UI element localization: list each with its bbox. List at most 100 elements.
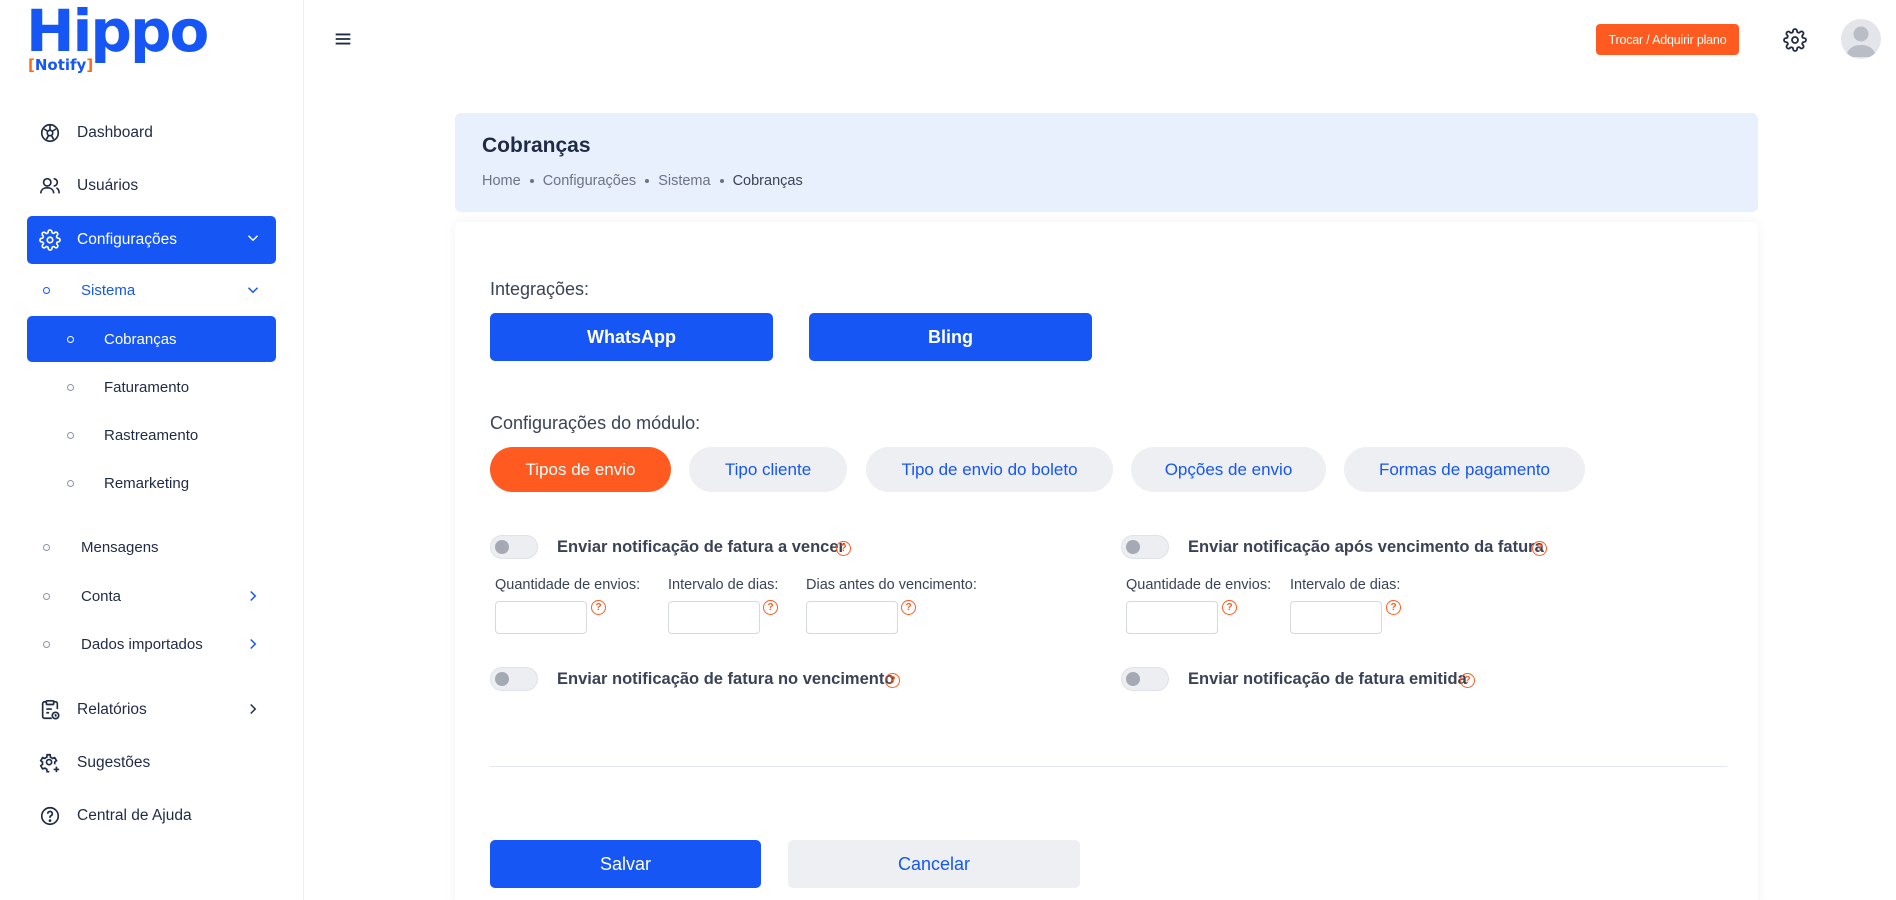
hippo-notify-logo[interactable]: Hippo [Notify] bbox=[26, 2, 209, 76]
chevron-right-icon bbox=[250, 638, 257, 650]
question-help-icon[interactable]: ? bbox=[763, 600, 778, 615]
logo-sub-text: [Notify] bbox=[28, 56, 94, 74]
toggle-knob bbox=[495, 672, 509, 686]
question-help-icon[interactable]: ? bbox=[1532, 541, 1547, 556]
sidebar-item-label: Remarketing bbox=[104, 474, 190, 492]
sidebar-item-sistema[interactable]: Sistema bbox=[27, 269, 276, 311]
sidebar-item-label: Sistema bbox=[81, 281, 136, 299]
sidebar-item-cobrancas[interactable]: Cobranças bbox=[27, 316, 276, 362]
report-icon bbox=[37, 697, 63, 723]
cancel-button[interactable]: Cancelar bbox=[788, 840, 1080, 888]
logo-main-text: Hippo bbox=[26, 0, 209, 65]
sidebar-item-conta[interactable]: Conta bbox=[27, 573, 276, 619]
label-intervalo-dias: Intervalo de dias: bbox=[1290, 577, 1401, 593]
question-help-icon[interactable]: ? bbox=[901, 600, 916, 615]
tab-opcoes-de-envio[interactable]: Opções de envio bbox=[1131, 447, 1326, 492]
tab-tipo-cliente[interactable]: Tipo cliente bbox=[689, 447, 847, 492]
sidebar-item-relatorios[interactable]: Relatórios bbox=[27, 687, 276, 733]
label-dias-antes-vencimento: Dias antes do vencimento: bbox=[806, 577, 977, 593]
tab-tipos-de-envio[interactable]: Tipos de envio bbox=[490, 447, 671, 492]
breadcrumb-separator bbox=[645, 179, 650, 183]
sidebar-item-dados-importados[interactable]: Dados importados bbox=[27, 621, 276, 667]
sidebar-item-label: Configurações bbox=[77, 231, 177, 248]
sidebar-item-label: Sugestões bbox=[77, 754, 151, 771]
change-plan-button[interactable]: Trocar / Adquirir plano bbox=[1596, 24, 1739, 55]
settings-gear-icon[interactable] bbox=[1783, 28, 1807, 52]
sidebar-item-label: Rastreamento bbox=[104, 426, 199, 444]
sidebar-item-label: Usuários bbox=[77, 177, 139, 194]
sidebar-item-remarketing[interactable]: Remarketing bbox=[27, 460, 276, 506]
users-icon bbox=[37, 173, 63, 199]
breadcrumb-home[interactable]: Home bbox=[482, 173, 521, 189]
question-help-icon[interactable]: ? bbox=[591, 600, 606, 615]
breadcrumb-configuracoes[interactable]: Configurações bbox=[543, 173, 637, 189]
bullet-icon bbox=[43, 286, 50, 294]
bullet-icon bbox=[67, 383, 74, 391]
question-help-icon[interactable]: ? bbox=[1460, 673, 1475, 688]
breadcrumb-sistema[interactable]: Sistema bbox=[658, 173, 710, 189]
sidebar-item-configuracoes[interactable]: Configurações bbox=[27, 216, 276, 264]
sidebar-item-mensagens[interactable]: Mensagens bbox=[27, 524, 276, 570]
toggle-no-vencimento[interactable] bbox=[490, 667, 538, 691]
question-help-icon[interactable]: ? bbox=[1386, 600, 1401, 615]
label-fatura-emitida: Enviar notificação de fatura emitida bbox=[1188, 670, 1467, 688]
page-title: Cobranças bbox=[482, 134, 591, 157]
sidebar: Hippo [Notify] Dashboard Usuários Config… bbox=[0, 0, 304, 900]
chevron-down-icon bbox=[247, 235, 259, 242]
breadcrumb-separator bbox=[719, 179, 724, 183]
suggestions-icon bbox=[37, 750, 63, 776]
question-help-icon[interactable]: ? bbox=[836, 541, 851, 556]
question-help-icon[interactable]: ? bbox=[885, 673, 900, 688]
label-quantidade-envios: Quantidade de envios: bbox=[495, 577, 641, 593]
page-header: Cobranças Home Configurações Sistema Cob… bbox=[455, 113, 1758, 212]
section-divider bbox=[490, 766, 1727, 767]
breadcrumb-current: Cobranças bbox=[732, 173, 803, 189]
intervalo-dias-input[interactable] bbox=[1290, 601, 1382, 634]
sidebar-item-central-de-ajuda[interactable]: Central de Ajuda bbox=[27, 793, 276, 839]
sidebar-item-usuarios[interactable]: Usuários bbox=[27, 163, 276, 209]
user-avatar[interactable] bbox=[1841, 19, 1881, 59]
quantidade-envios-input[interactable] bbox=[1126, 601, 1218, 634]
sidebar-item-label: Central de Ajuda bbox=[77, 807, 192, 824]
sidebar-item-label: Conta bbox=[81, 587, 122, 605]
sidebar-item-label: Relatórios bbox=[77, 701, 147, 718]
dias-antes-vencimento-input[interactable] bbox=[806, 601, 898, 634]
hamburger-menu-icon[interactable] bbox=[332, 28, 354, 50]
sidebar-item-label: Faturamento bbox=[104, 378, 190, 396]
bullet-icon bbox=[43, 543, 50, 551]
toggle-apos-vencimento[interactable] bbox=[1121, 535, 1169, 559]
sidebar-item-sugestoes[interactable]: Sugestões bbox=[27, 740, 276, 786]
whatsapp-integration-button[interactable]: WhatsApp bbox=[490, 313, 773, 361]
bullet-icon bbox=[67, 335, 74, 343]
question-help-icon[interactable]: ? bbox=[1222, 600, 1237, 615]
toggle-knob bbox=[495, 540, 509, 554]
help-icon bbox=[37, 803, 63, 829]
tab-tipo-de-envio-do-boleto[interactable]: Tipo de envio do boleto bbox=[866, 447, 1113, 492]
bling-integration-button[interactable]: Bling bbox=[809, 313, 1092, 361]
label-no-vencimento: Enviar notificação de fatura no vencimen… bbox=[557, 670, 895, 688]
toggle-fatura-emitida[interactable] bbox=[1121, 667, 1169, 691]
sidebar-item-label: Cobranças bbox=[104, 330, 177, 348]
dashboard-icon bbox=[37, 120, 63, 146]
sidebar-item-dashboard[interactable]: Dashboard bbox=[27, 110, 276, 156]
sidebar-item-rastreamento[interactable]: Rastreamento bbox=[27, 412, 276, 458]
toggle-fatura-a-vencer[interactable] bbox=[490, 535, 538, 559]
quantidade-envios-input[interactable] bbox=[495, 601, 587, 634]
sidebar-item-label: Mensagens bbox=[81, 538, 159, 556]
save-button[interactable]: Salvar bbox=[490, 840, 761, 888]
sidebar-item-label: Dados importados bbox=[81, 635, 203, 653]
intervalo-dias-input[interactable] bbox=[668, 601, 760, 634]
chevron-down-icon bbox=[247, 287, 259, 294]
chevron-right-icon bbox=[250, 590, 257, 602]
sidebar-item-label: Dashboard bbox=[77, 124, 153, 141]
toggle-knob bbox=[1126, 672, 1140, 686]
bullet-icon bbox=[43, 592, 50, 600]
integrations-label: Integrações: bbox=[490, 279, 590, 299]
sidebar-item-faturamento[interactable]: Faturamento bbox=[27, 364, 276, 410]
tab-formas-de-pagamento[interactable]: Formas de pagamento bbox=[1344, 447, 1585, 492]
chevron-right-icon bbox=[250, 703, 257, 715]
breadcrumb: Home Configurações Sistema Cobranças bbox=[482, 173, 803, 189]
label-fatura-a-vencer: Enviar notificação de fatura a vencer bbox=[557, 538, 845, 556]
bullet-icon bbox=[67, 431, 74, 439]
breadcrumb-separator bbox=[529, 179, 534, 183]
